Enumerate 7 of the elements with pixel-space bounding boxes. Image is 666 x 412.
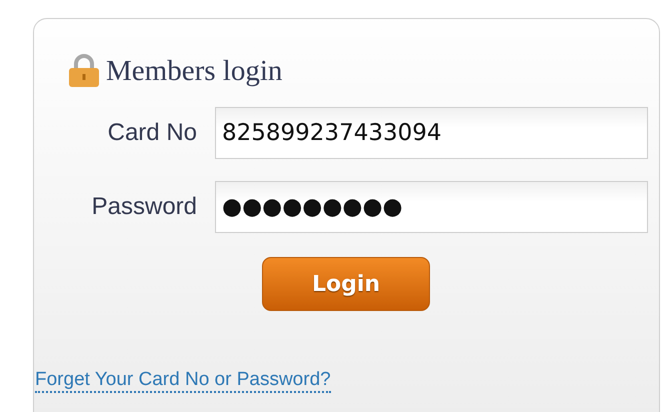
padlock-icon bbox=[68, 54, 100, 88]
field-label: Card No bbox=[106, 119, 198, 147]
input-field[interactable]: 825899237433094 bbox=[215, 107, 648, 159]
forgot-link[interactable]: Forget Your Card No or Password? bbox=[35, 369, 331, 393]
panel-title: Members login bbox=[106, 54, 282, 88]
field-label: Password bbox=[90, 193, 198, 221]
input-field[interactable]: ●●●●●●●●● bbox=[215, 181, 648, 233]
